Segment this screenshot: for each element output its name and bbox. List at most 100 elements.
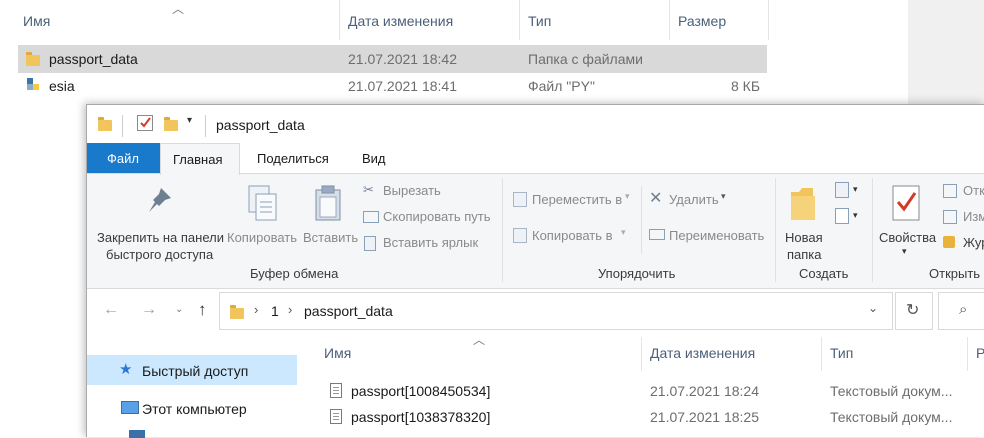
paste-label: Вставить: [303, 230, 359, 245]
up-arrow-icon[interactable]: ↑: [198, 300, 207, 320]
delete-button[interactable]: ✕ Удалить ▾: [647, 190, 747, 210]
nav-this-pc[interactable]: Этот компьютер: [87, 397, 297, 421]
explorer-window: ▾ passport_data Файл Главная Поделиться …: [86, 104, 984, 438]
tab-file[interactable]: Файл: [87, 143, 160, 173]
search-box[interactable]: ⌕: [938, 292, 984, 330]
refresh-button[interactable]: ↻: [895, 292, 933, 330]
text-file-icon: [330, 409, 342, 427]
divider: [641, 186, 642, 254]
open-label: Отк: [963, 183, 984, 198]
edit-icon: [943, 210, 957, 224]
tab-file-label: Файл: [107, 151, 139, 166]
breadcrumb-item[interactable]: passport_data: [304, 303, 393, 319]
list-item-date: 21.07.2021 18:24: [650, 383, 759, 399]
open-button[interactable]: Отк: [943, 182, 984, 200]
sort-up-icon: ︿: [473, 333, 486, 347]
copy-to-button[interactable]: Копировать в ▾: [511, 226, 641, 246]
search-icon: ⌕: [959, 301, 968, 318]
group-label-open: Открыть: [929, 266, 981, 281]
list-item-date: 21.07.2021 18:42: [348, 51, 457, 67]
new-item-button[interactable]: ▾: [833, 182, 863, 200]
list-item[interactable]: passport[1038378320] 21.07.2021 18:25 Те…: [317, 405, 984, 429]
move-to-label: Переместить в: [532, 192, 623, 207]
column-divider: [967, 337, 968, 371]
forward-arrow-icon[interactable]: →: [141, 301, 157, 319]
cut-button[interactable]: ✂ Вырезать: [361, 182, 501, 200]
column-header-date[interactable]: Дата изменения: [650, 345, 755, 361]
list-item-size: 8 КБ: [731, 78, 761, 94]
column-header-date[interactable]: Дата изменения: [348, 13, 453, 29]
chevron-down-icon: ▾: [625, 191, 630, 201]
list-item[interactable]: passport[1008450534] 21.07.2021 18:24 Те…: [317, 379, 984, 403]
column-header-type[interactable]: Тип: [830, 345, 853, 361]
list-item-name[interactable]: esia: [49, 78, 75, 94]
column-divider: [768, 0, 769, 40]
folder-icon: [230, 305, 244, 322]
paste-button[interactable]: Вставить: [301, 180, 359, 260]
rename-button[interactable]: Переименовать: [647, 226, 777, 246]
drive-icon: [129, 430, 145, 438]
breadcrumb-item[interactable]: 1: [271, 303, 279, 319]
tab-share[interactable]: Поделиться: [257, 151, 329, 166]
edit-label: Изм: [963, 209, 984, 224]
new-folder-line1: Новая: [785, 230, 823, 245]
back-arrow-icon[interactable]: ←: [103, 301, 119, 319]
pin-quick-access-button[interactable]: Закрепить на панели быстрого доступа: [95, 180, 225, 262]
column-divider: [641, 337, 642, 371]
copy-button[interactable]: Копировать: [227, 180, 299, 260]
easy-access-button[interactable]: ▾: [833, 208, 863, 226]
history-button[interactable]: Жур: [943, 234, 984, 252]
properties-icon: [892, 185, 920, 221]
paste-shortcut-icon: [364, 236, 376, 251]
folder-icon: [26, 52, 40, 69]
move-to-button[interactable]: Переместить в ▾: [511, 190, 641, 210]
column-header-name[interactable]: Имя: [23, 13, 50, 29]
address-bar[interactable]: › 1 › passport_data ⌄: [219, 292, 893, 330]
cut-label: Вырезать: [383, 183, 441, 198]
nav-quick-access[interactable]: ★ Быстрый доступ: [87, 355, 297, 385]
group-label-new: Создать: [799, 266, 849, 281]
paste-shortcut-label: Вставить ярлык: [383, 235, 479, 250]
recent-locations-chevron-icon[interactable]: ⌄: [175, 304, 183, 315]
open-icon: [943, 184, 957, 198]
chevron-down-icon[interactable]: ▾: [187, 115, 192, 126]
list-item-type: Папка с файлами: [528, 51, 643, 67]
history-label: Жур: [963, 235, 984, 250]
new-folder-line2: папка: [787, 247, 822, 262]
history-icon: [943, 236, 955, 248]
chevron-down-icon: ▾: [853, 210, 858, 220]
desktop-area: [908, 0, 984, 108]
tab-home[interactable]: Главная: [160, 143, 240, 175]
chevron-down-icon: ▾: [902, 246, 907, 256]
edit-button[interactable]: Изм: [943, 208, 984, 226]
column-header-type[interactable]: Тип: [528, 13, 551, 29]
python-file-icon: [26, 77, 40, 91]
properties-checkbox-icon[interactable]: [137, 115, 153, 131]
properties-button[interactable]: Свойства ▾: [877, 180, 937, 260]
tab-view[interactable]: Вид: [362, 151, 386, 166]
paste-shortcut-button[interactable]: Вставить ярлык: [361, 234, 501, 252]
pin-icon: [149, 188, 171, 212]
column-header-size[interactable]: Р: [976, 345, 984, 361]
new-folder-icon[interactable]: [164, 117, 178, 134]
delete-x-icon: ✕: [649, 190, 663, 207]
ribbon: Закрепить на панели быстрого доступа Коп…: [87, 173, 984, 289]
refresh-icon: ↻: [906, 302, 920, 319]
window-title: passport_data: [216, 117, 305, 133]
group-divider: [775, 178, 776, 282]
copy-path-button[interactable]: Скопировать путь: [361, 208, 501, 226]
copy-to-label: Копировать в: [532, 228, 613, 243]
delete-label: Удалить: [669, 192, 719, 207]
column-header-size[interactable]: Размер: [678, 13, 726, 29]
properties-label: Свойства: [879, 230, 937, 245]
list-item-name: passport[1008450534]: [351, 383, 491, 399]
scissors-icon: ✂: [363, 182, 374, 197]
list-item-date: 21.07.2021 18:41: [348, 78, 457, 94]
new-folder-button[interactable]: Новая папка: [779, 180, 827, 262]
tab-home-label: Главная: [173, 152, 223, 167]
column-divider: [339, 0, 340, 40]
address-dropdown-chevron-icon[interactable]: ⌄: [868, 301, 878, 315]
group-label-clipboard: Буфер обмена: [250, 266, 339, 281]
nav-this-pc-label: Этот компьютер: [142, 401, 247, 417]
column-header-name[interactable]: Имя: [324, 345, 351, 361]
